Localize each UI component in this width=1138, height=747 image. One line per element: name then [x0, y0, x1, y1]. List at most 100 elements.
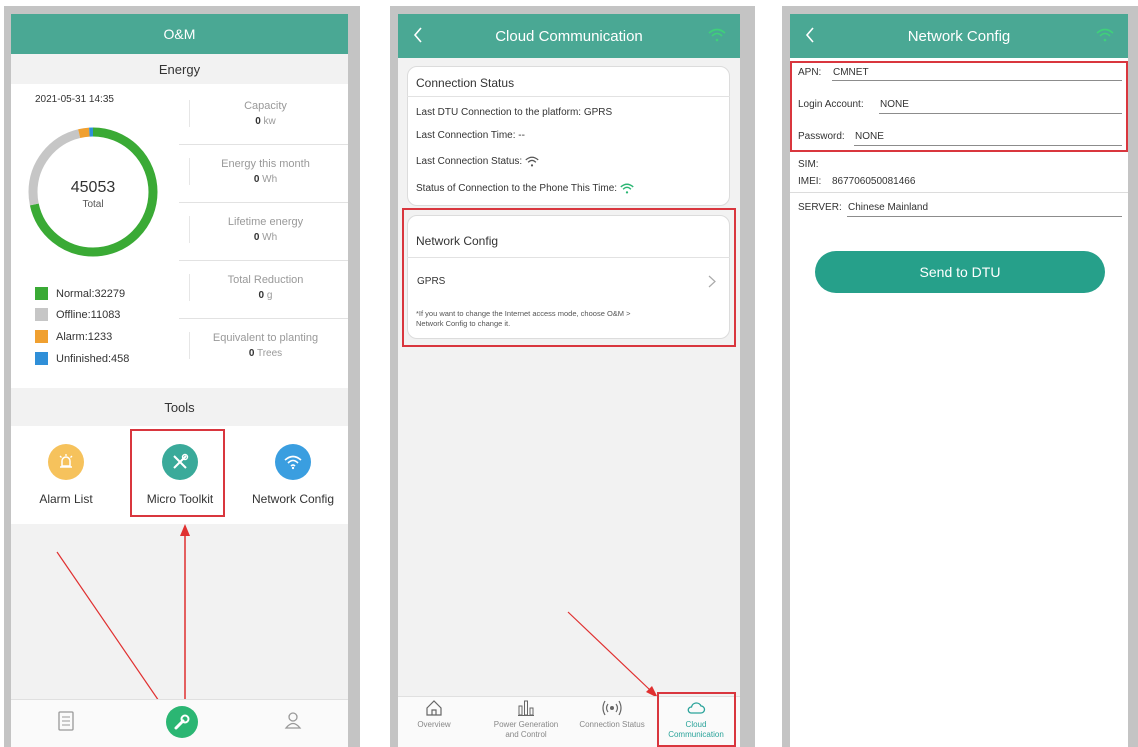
annotation-arrow	[567, 611, 658, 698]
wifi-connected-icon	[620, 183, 634, 194]
network-config-screen: Network Config APN: CMNET Login Account:…	[790, 14, 1128, 747]
imei-label: IMEI:	[798, 176, 822, 187]
legend-value: 32279	[94, 287, 126, 300]
stat-value: 0	[258, 290, 265, 301]
stat-equivalent-planting: Equivalent to planting 0 Trees	[189, 332, 341, 359]
legend-normal: Normal: 32279	[35, 287, 125, 300]
back-icon[interactable]	[410, 23, 426, 47]
cloud-header: Cloud Communication	[398, 14, 740, 58]
stat-label: Lifetime energy	[227, 216, 304, 228]
signal-icon	[602, 700, 622, 716]
energy-section-header: Energy	[11, 54, 348, 84]
stat-value-row: 0 Wh	[190, 232, 341, 243]
chevron-right-icon	[708, 275, 716, 288]
legend-value: 11083	[90, 308, 121, 321]
stat-value-row: 0 kw	[190, 116, 341, 127]
server-label: SERVER:	[798, 202, 842, 213]
tool-label: Alarm List	[39, 492, 93, 506]
stat-capacity: Capacity 0 kw	[189, 100, 341, 127]
stat-value-row: 0 Wh	[190, 174, 341, 185]
user-icon[interactable]	[284, 711, 302, 729]
apn-label: APN:	[798, 67, 822, 78]
stat-lifetime-energy: Lifetime energy 0 Wh	[189, 216, 341, 243]
wrench-icon[interactable]	[166, 706, 198, 738]
legend-swatch	[35, 352, 48, 365]
phone-connection-status: Status of Connection to the Phone This T…	[416, 183, 634, 194]
tab-connection-status[interactable]: Connection Status	[570, 699, 654, 730]
stat-value: 0	[248, 348, 255, 359]
tools-section-header: Tools	[11, 388, 348, 426]
document-icon[interactable]	[58, 711, 74, 731]
server-value[interactable]: Chinese Mainland	[848, 202, 928, 213]
highlight-micro-toolkit	[130, 429, 225, 517]
stat-label: Equivalent to planting	[212, 332, 319, 344]
stat-label: Capacity	[244, 100, 287, 112]
tool-label: Network Config	[251, 492, 335, 506]
network-mode-value: GPRS	[417, 276, 446, 287]
legend-label: Alarm:	[56, 330, 88, 343]
back-icon[interactable]	[802, 23, 818, 47]
stat-energy-month: Energy this month 0 Wh	[189, 158, 341, 185]
stat-unit: g	[266, 290, 273, 301]
tab-label: Overview	[417, 720, 451, 729]
phone-connection-status-label: Status of Connection to the Phone This T…	[416, 183, 618, 195]
legend-unfinished: Unfinished: 458	[35, 352, 129, 365]
stat-value: 0	[253, 174, 260, 185]
last-connection-status: Last Connection Status:	[416, 156, 539, 167]
om-screen: O&M Energy 2021-05-31 14:35 45053 Total …	[11, 14, 348, 747]
cloud-screen: Cloud Communication Connection Status La…	[398, 14, 740, 747]
highlight-cloud-tab	[657, 692, 736, 747]
tab-label: Power Generation	[493, 720, 559, 729]
stat-value-row: 0 g	[190, 290, 341, 301]
imei-value: 867706050081466	[832, 176, 916, 187]
legend-value: 458	[111, 352, 130, 365]
alarm-icon	[48, 444, 84, 480]
wifi-icon	[275, 444, 311, 480]
energy-title: Energy	[158, 61, 201, 77]
network-note-line1: *If you want to change the Internet acce…	[416, 309, 631, 318]
tab-overview[interactable]: Overview	[412, 699, 456, 730]
tool-alarm-list[interactable]: Alarm List	[21, 444, 111, 506]
last-connection-time: Last Connection Time: --	[416, 130, 525, 141]
tab-label-line2: and Control	[505, 730, 547, 739]
login-value[interactable]: NONE	[880, 99, 909, 110]
timestamp: 2021-05-31 14:35	[35, 94, 114, 105]
login-label: Login Account:	[798, 99, 864, 110]
wifi-icon	[1096, 28, 1114, 42]
legend-label: Normal:	[56, 287, 95, 300]
connection-status-title: Connection Status	[416, 76, 515, 90]
network-config-header: Network Config	[790, 14, 1128, 58]
network-mode-row[interactable]: GPRS	[407, 270, 730, 294]
legend-alarm: Alarm: 1233	[35, 330, 112, 343]
legend-label: Offline:	[56, 308, 91, 321]
page-title: Cloud Communication	[495, 27, 643, 45]
legend-label: Unfinished:	[56, 352, 112, 365]
home-icon	[426, 700, 442, 716]
last-dtu-connection: Last DTU Connection to the platform: GPR…	[416, 107, 613, 118]
tool-network-config[interactable]: Network Config	[243, 444, 343, 506]
legend-value: 1233	[87, 330, 113, 343]
send-to-dtu-button[interactable]: Send to DTU	[815, 251, 1105, 293]
tools-title: Tools	[164, 399, 195, 415]
stat-label: Energy this month	[221, 158, 310, 170]
page-title: Network Config	[907, 27, 1011, 45]
stat-unit: kw	[263, 116, 276, 127]
send-button-label: Send to DTU	[919, 264, 1001, 280]
legend-offline: Offline: 11083	[35, 308, 120, 321]
page-title: O&M	[163, 26, 196, 42]
tab-power-generation[interactable]: Power Generation and Control	[484, 699, 568, 740]
apn-value[interactable]: CMNET	[833, 67, 869, 78]
stat-unit: Wh	[262, 232, 278, 243]
legend-swatch	[35, 330, 48, 343]
network-note-line2: Network Config to change it.	[416, 319, 511, 328]
tab-label: Connection Status	[579, 720, 645, 729]
stat-unit: Wh	[262, 174, 278, 185]
donut-total-label: Total	[82, 199, 104, 210]
stat-value: 0	[255, 116, 261, 127]
legend-swatch	[35, 287, 48, 300]
stat-unit: Trees	[256, 348, 283, 359]
password-value[interactable]: NONE	[855, 131, 884, 142]
wifi-status-icon	[525, 156, 539, 167]
donut-total-value: 45053	[70, 179, 116, 196]
stat-total-reduction: Total Reduction 0 g	[189, 274, 341, 301]
